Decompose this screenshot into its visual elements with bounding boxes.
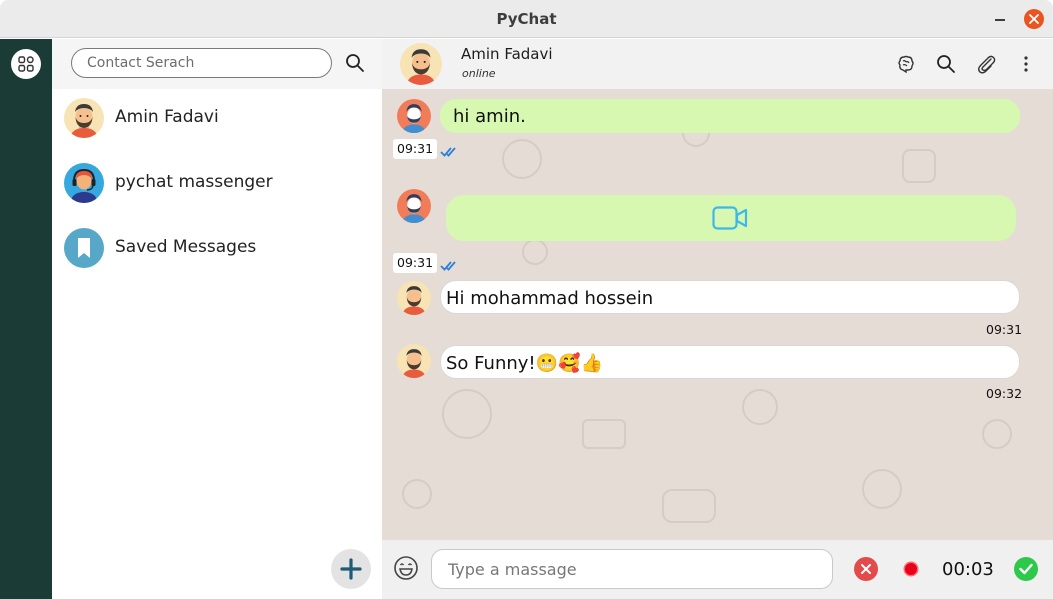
contact-search-button[interactable] xyxy=(344,52,366,74)
message-time: 09:31 xyxy=(393,139,438,159)
bookmark-icon xyxy=(64,228,104,268)
wallpaper-doodle xyxy=(902,149,936,183)
message-text: So Funny!😬🥰👍 xyxy=(446,353,603,374)
message-bubble-incoming[interactable]: So Funny!😬🥰👍 xyxy=(440,345,1020,379)
message-bubble-video[interactable] xyxy=(446,195,1016,241)
message-composer: 00:03 xyxy=(382,540,1053,599)
message-time: 09:31 xyxy=(393,253,438,273)
check-icon xyxy=(1019,563,1033,575)
window-titlebar: PyChat xyxy=(0,0,1053,38)
message-time: 09:32 xyxy=(986,386,1023,401)
double-check-icon xyxy=(440,143,460,157)
minimize-button[interactable] xyxy=(990,8,1010,28)
more-options-button[interactable] xyxy=(1015,53,1037,75)
chat-panel: Amin Fadavi online hi amin. 09:31 09:31 … xyxy=(382,39,1053,599)
search-icon xyxy=(937,55,955,73)
message-list[interactable]: hi amin. 09:31 09:31 Hi mohammad hossein… xyxy=(382,89,1053,540)
brain-icon xyxy=(898,55,914,74)
contacts-panel: Amin Fadavi pychat massenger Saved Messa… xyxy=(52,39,382,599)
wallpaper-doodle xyxy=(862,469,902,509)
message-time: 09:31 xyxy=(986,322,1023,337)
add-contact-button[interactable] xyxy=(331,549,371,589)
headset-support-avatar xyxy=(64,163,104,203)
contact-item-amin-fadavi[interactable]: Amin Fadavi xyxy=(52,88,382,148)
message-text: Hi mohammad hossein xyxy=(446,288,654,309)
recording-timer: 00:03 xyxy=(942,559,994,580)
contact-item-saved-messages[interactable]: Saved Messages xyxy=(52,218,382,278)
contact-item-pychat-massenger[interactable]: pychat massenger xyxy=(52,153,382,213)
double-check-icon xyxy=(440,257,460,271)
close-window-button[interactable] xyxy=(1024,9,1044,29)
close-icon xyxy=(1029,14,1039,24)
attach-button[interactable] xyxy=(975,53,997,75)
wallpaper-doodle xyxy=(402,479,432,509)
sender-avatar xyxy=(397,281,431,315)
close-icon xyxy=(861,564,871,574)
man-beard-avatar xyxy=(64,98,104,138)
wallpaper-doodle xyxy=(582,419,626,449)
message-bubble-outgoing[interactable]: hi amin. xyxy=(440,99,1020,133)
search-icon xyxy=(346,54,364,72)
emoji-button[interactable] xyxy=(393,555,419,581)
send-recording-button[interactable] xyxy=(1014,557,1038,581)
plus-icon xyxy=(340,558,362,580)
chat-search-button[interactable] xyxy=(935,53,957,75)
man-beard-avatar[interactable] xyxy=(400,43,442,85)
message-input[interactable] xyxy=(431,549,833,589)
sender-avatar xyxy=(397,344,431,378)
contact-name: Saved Messages xyxy=(115,237,257,257)
cancel-recording-button[interactable] xyxy=(854,557,878,581)
contact-name: pychat massenger xyxy=(115,172,273,192)
paperclip-icon xyxy=(978,55,996,74)
wallpaper-doodle xyxy=(522,239,548,265)
contact-name: Amin Fadavi xyxy=(115,107,219,127)
chat-contact-status: online xyxy=(462,67,496,80)
sender-avatar xyxy=(397,99,431,133)
wallpaper-doodle xyxy=(442,389,492,439)
wallpaper-doodle xyxy=(502,139,542,179)
chat-contact-name: Amin Fadavi xyxy=(461,45,553,63)
window-title: PyChat xyxy=(496,10,557,28)
ai-assistant-button[interactable] xyxy=(895,53,917,75)
wallpaper-doodle xyxy=(982,419,1012,449)
wallpaper-doodle xyxy=(742,389,778,425)
contact-search-input[interactable] xyxy=(71,48,332,78)
message-text: hi amin. xyxy=(453,106,526,127)
recording-indicator-icon xyxy=(905,563,917,575)
apps-menu-button[interactable] xyxy=(11,49,41,79)
grid-icon xyxy=(18,56,34,72)
nav-rail xyxy=(0,39,52,599)
emoji-icon xyxy=(394,556,418,580)
contacts-search-bar xyxy=(52,39,382,89)
wallpaper-doodle xyxy=(662,489,716,523)
chat-header: Amin Fadavi online xyxy=(382,39,1053,89)
video-camera-icon xyxy=(712,206,748,230)
more-vertical-icon xyxy=(1024,56,1028,72)
sender-avatar xyxy=(397,189,431,223)
message-bubble-incoming[interactable]: Hi mohammad hossein xyxy=(440,280,1020,314)
